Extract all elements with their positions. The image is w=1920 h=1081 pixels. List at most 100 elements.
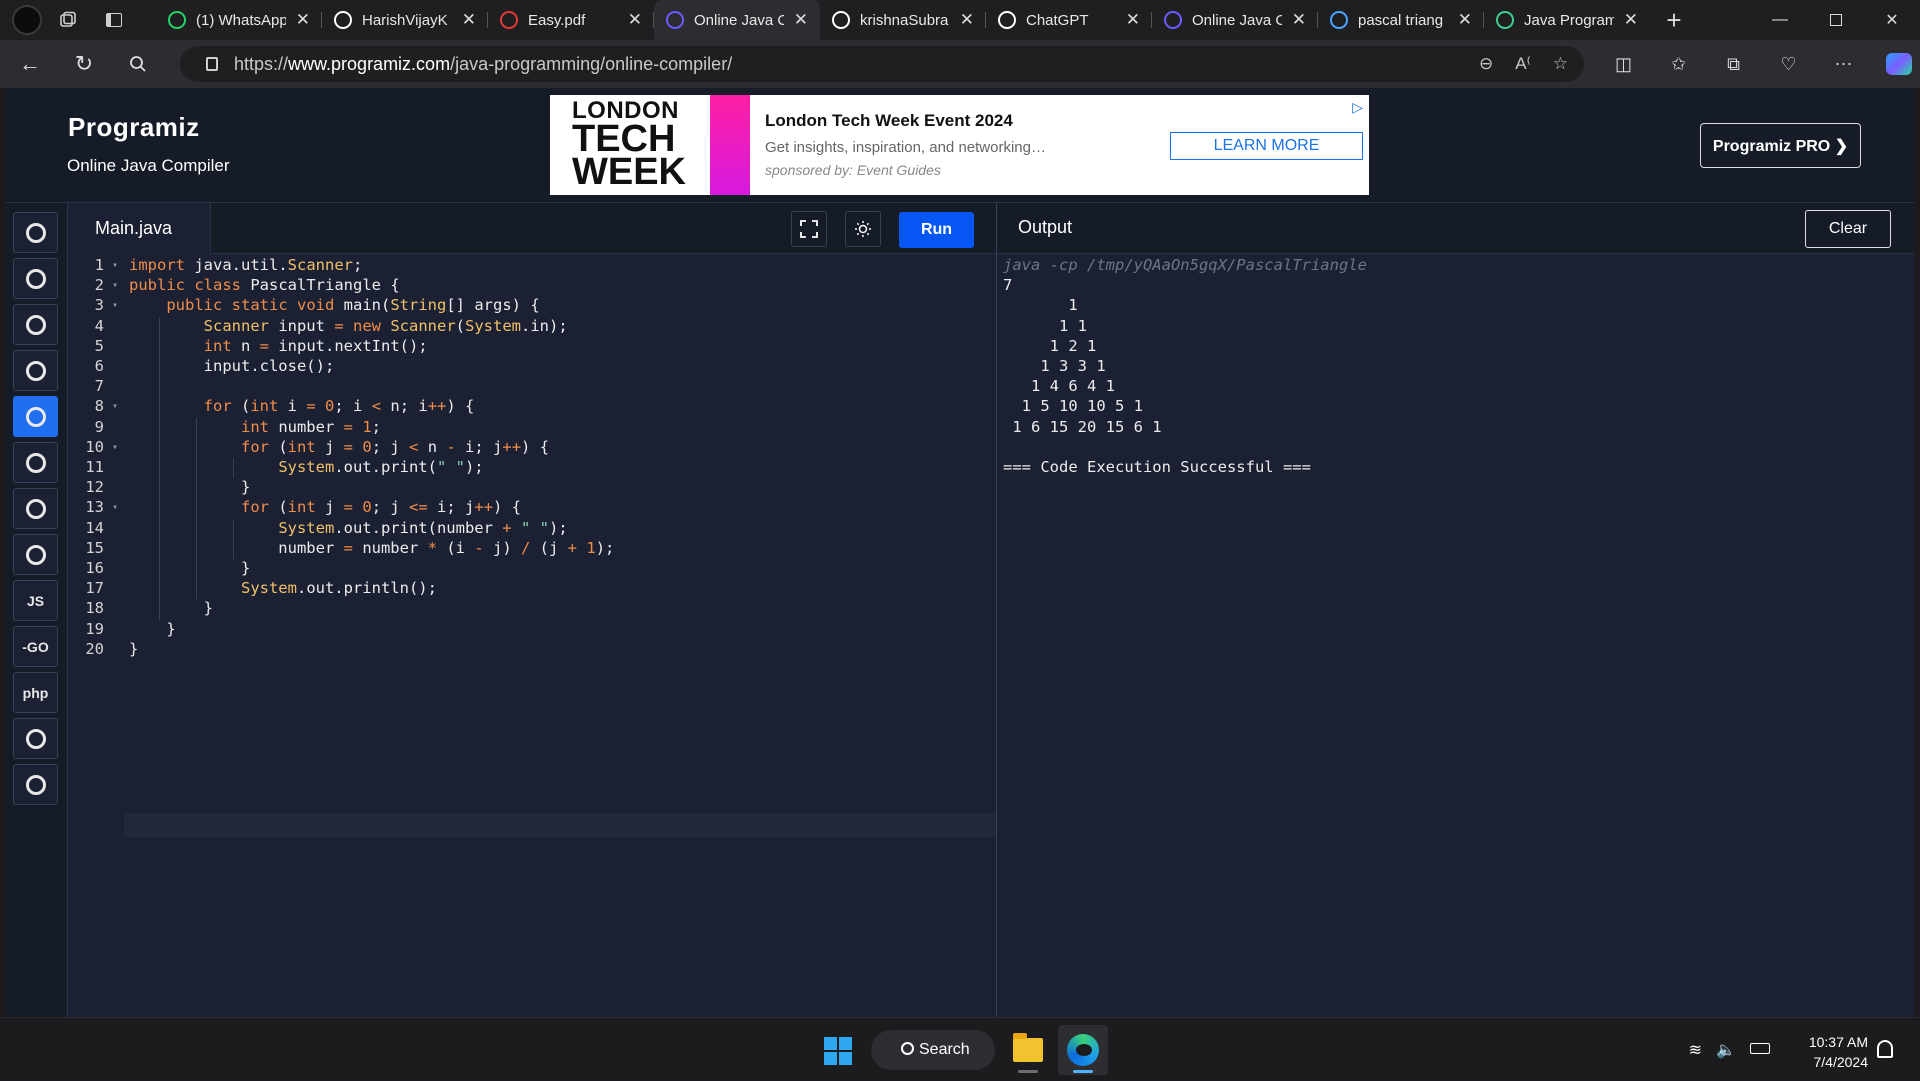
tab-close-icon[interactable]: ✕ [1292, 10, 1306, 30]
code-line[interactable]: int n = input.nextInt(); [129, 337, 428, 355]
browser-tab[interactable]: Easy.pdf ✕ [488, 0, 654, 40]
code-line[interactable]: System.out.print(number + " "); [129, 519, 567, 537]
code-line[interactable]: System.out.print(" "); [129, 458, 483, 476]
restore-icon[interactable] [1808, 0, 1864, 40]
tab-close-icon[interactable]: ✕ [1126, 10, 1140, 30]
profile-avatar[interactable] [12, 5, 42, 35]
tab-actions-icon[interactable] [94, 0, 134, 40]
code-line[interactable]: for (int i = 0; i < n; i++) { [129, 397, 475, 415]
browser-tab[interactable]: Java Program ✕ [1484, 0, 1650, 40]
code-line[interactable]: } [129, 620, 175, 638]
minimize-icon[interactable]: — [1752, 0, 1808, 40]
refresh-icon[interactable]: ↻ [60, 44, 108, 84]
lock-icon[interactable] [206, 57, 218, 71]
code-line[interactable]: int number = 1; [129, 418, 381, 436]
browser-tab[interactable]: Online Java C ✕ [654, 0, 820, 40]
javascript-icon[interactable]: JS [13, 580, 58, 621]
current-line-highlight [124, 813, 996, 837]
tab-close-icon[interactable]: ✕ [296, 10, 310, 30]
ad-image[interactable]: LONDON TECH WEEK [550, 95, 750, 195]
sql-icon[interactable] [13, 304, 58, 345]
tab-close-icon[interactable]: ✕ [1458, 10, 1472, 30]
more-options-icon[interactable]: ⋯ [1816, 40, 1871, 88]
collections-icon[interactable]: ⧉ [1706, 40, 1761, 88]
tab-close-icon[interactable]: ✕ [794, 10, 808, 30]
fullscreen-icon[interactable] [791, 211, 827, 247]
close-window-icon[interactable]: ✕ [1864, 0, 1920, 40]
read-aloud-icon[interactable]: A⁽ [1515, 54, 1531, 74]
code-line[interactable]: } [129, 599, 213, 617]
clear-button[interactable]: Clear [1805, 210, 1891, 248]
copilot-icon[interactable] [1871, 40, 1920, 88]
rust-icon[interactable] [13, 764, 58, 805]
browser-tab[interactable]: krishnaSubra ✕ [820, 0, 986, 40]
r-icon[interactable] [13, 258, 58, 299]
code-line[interactable]: System.out.println(); [129, 579, 437, 597]
tab-close-icon[interactable]: ✕ [960, 10, 974, 30]
ad-choices-icon[interactable]: ▷ [1352, 99, 1363, 116]
back-icon[interactable]: ← [6, 44, 54, 84]
split-screen-icon[interactable]: ◫ [1596, 40, 1651, 88]
notification-bell-icon[interactable] [1877, 1040, 1893, 1058]
tab-close-icon[interactable]: ✕ [1624, 10, 1638, 30]
code-line[interactable]: public static void main(String[] args) { [129, 296, 539, 314]
advertisement-banner[interactable]: LONDON TECH WEEK London Tech Week Event … [550, 95, 1369, 195]
ad-learn-more-button[interactable]: LEARN MORE [1170, 132, 1363, 160]
taskbar-search[interactable]: Search [871, 1030, 995, 1070]
programiz-logo[interactable]: Programiz [68, 112, 200, 143]
run-button[interactable]: Run [899, 212, 974, 248]
favorite-star-icon[interactable]: ☆ [1553, 54, 1568, 74]
cpp-icon[interactable] [13, 488, 58, 529]
new-tab-button[interactable]: + [1654, 0, 1694, 40]
file-explorer-icon[interactable] [1003, 1025, 1053, 1075]
csharp-icon[interactable] [13, 534, 58, 575]
workspaces-icon[interactable] [48, 0, 88, 40]
code-editor[interactable]: 1 ▾ 2 ▾ 3 ▾ 4 5 6 7 8 ▾ 9 10 ▾ 11 12 13 ▾ 14 15 16 17 18 19 20 im… [68, 254, 996, 1017]
browser-essentials-icon[interactable]: ♡ [1761, 40, 1816, 88]
fold-toggle-icon[interactable]: ▾ [112, 260, 118, 271]
browser-tab[interactable]: pascal triang ✕ [1318, 0, 1484, 40]
swift-icon[interactable] [13, 718, 58, 759]
wifi-icon[interactable]: ≋ [1689, 1040, 1702, 1060]
search-icon[interactable] [114, 44, 162, 84]
php-icon[interactable]: php [13, 672, 58, 713]
fold-toggle-icon[interactable]: ▾ [112, 300, 118, 311]
code-line[interactable]: for (int j = 0; j <= i; j++) { [129, 498, 521, 516]
code-line[interactable]: } [129, 559, 250, 577]
theme-toggle-icon[interactable] [845, 211, 881, 247]
code-line[interactable]: for (int j = 0; j < n - i; j++) { [129, 438, 549, 456]
browser-tab[interactable]: HarishVijayK ✕ [322, 0, 488, 40]
c-icon[interactable] [13, 442, 58, 483]
fold-toggle-icon[interactable]: ▾ [112, 280, 118, 291]
code-line[interactable]: Scanner input = new Scanner(System.in); [129, 317, 568, 335]
zoom-icon[interactable]: ⊖ [1479, 54, 1493, 74]
fold-toggle-icon[interactable]: ▾ [112, 502, 118, 513]
battery-icon[interactable] [1750, 1041, 1770, 1059]
programiz-pro-button[interactable]: Programiz PRO ❯ [1700, 123, 1861, 168]
edge-icon[interactable] [1058, 1025, 1108, 1075]
fold-toggle-icon[interactable]: ▾ [112, 442, 118, 453]
ad-title[interactable]: London Tech Week Event 2024 [765, 111, 1046, 131]
code-line[interactable]: import java.util.Scanner; [129, 256, 362, 274]
tab-close-icon[interactable]: ✕ [628, 10, 642, 30]
volume-muted-icon[interactable]: 🔈 [1716, 1040, 1736, 1060]
java-icon[interactable] [13, 396, 58, 437]
windows-start-icon[interactable] [824, 1037, 852, 1065]
favorites-icon[interactable]: ✩ [1651, 40, 1706, 88]
code-line[interactable]: } [129, 478, 250, 496]
tab-close-icon[interactable]: ✕ [462, 10, 476, 30]
tab-list: (1) WhatsApp ✕ HarishVijayK ✕ Easy.pdf ✕ Onlin… [156, 0, 1650, 40]
go-icon[interactable]: -GO [13, 626, 58, 667]
browser-tab[interactable]: (1) WhatsApp ✕ [156, 0, 322, 40]
file-tab-main-java[interactable]: Main.java [68, 203, 211, 254]
html-icon[interactable] [13, 350, 58, 391]
taskbar-clock[interactable]: 10:37 AM 7/4/2024 [1800, 1032, 1868, 1072]
code-line[interactable]: public class PascalTriangle { [129, 276, 400, 294]
fold-toggle-icon[interactable]: ▾ [112, 401, 118, 412]
code-line[interactable]: } [129, 640, 138, 658]
browser-tab[interactable]: Online Java C ✕ [1152, 0, 1318, 40]
browser-tab[interactable]: ChatGPT ✕ [986, 0, 1152, 40]
url-field[interactable]: https://www.programiz.com/java-programmi… [180, 46, 1584, 82]
python-icon[interactable] [13, 212, 58, 253]
code-line[interactable]: number = number * (i - j) / (j + 1); [129, 539, 614, 557]
